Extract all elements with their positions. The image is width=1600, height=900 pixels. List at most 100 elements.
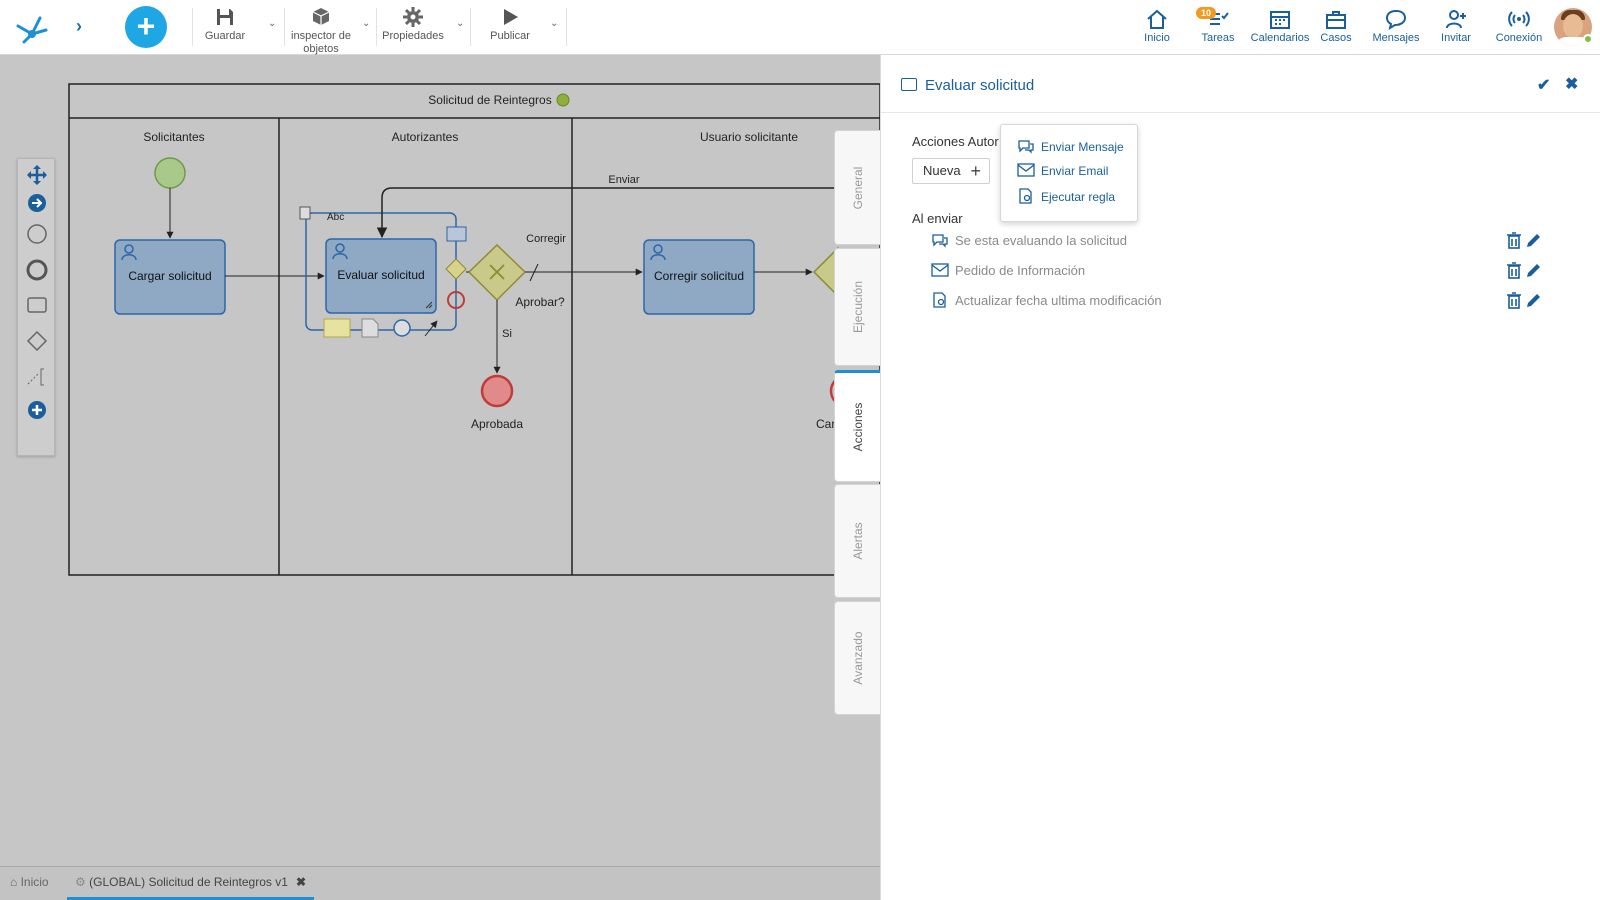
lane-title-autorizantes[interactable]: Autorizantes (392, 130, 459, 144)
flow-label-si[interactable]: Si (502, 328, 512, 340)
gear-icon (403, 7, 423, 27)
nav-invite[interactable]: Invitar (1426, 8, 1486, 44)
panel-title: Evaluar solicitud (925, 77, 1035, 94)
nav-calendars[interactable]: Calendarios (1247, 8, 1313, 44)
new-action-button[interactable]: Nueva + (912, 158, 990, 184)
connector-tool-icon[interactable] (26, 192, 48, 214)
lane-title-solicitantes[interactable]: Solicitantes (143, 130, 204, 144)
properties-dropdown-chevron-icon[interactable]: ⌄ (456, 18, 464, 29)
bottom-tab-home[interactable]: ⌂ Inicio (10, 867, 49, 900)
tab-general-label: General (850, 166, 865, 209)
expand-menu-chevron-icon[interactable]: › (76, 16, 82, 37)
action-text: Se esta evaluando la solicitud (955, 233, 1128, 248)
nav-connection[interactable]: Conexión (1487, 8, 1551, 44)
menu-item-label: Enviar Mensaje (1041, 140, 1124, 154)
action-row[interactable]: Actualizar fecha ultima modificación (931, 290, 1551, 312)
properties-button[interactable]: Propiedades (380, 6, 446, 43)
top-toolbar: › + Guardar ⌄ inspector de objetos ⌄ Pro… (0, 0, 1600, 55)
nav-tasks[interactable]: 10 Tareas (1188, 7, 1248, 44)
menu-item-label: Enviar Email (1041, 164, 1109, 178)
nav-cases[interactable]: Casos (1306, 8, 1366, 44)
app-logo-icon[interactable] (10, 8, 50, 48)
tab-avanzado-label: Avanzado (850, 631, 865, 685)
task-cargar-label: Cargar solicitud (128, 269, 211, 283)
end-event-aprobada[interactable] (480, 374, 514, 408)
save-icon (217, 9, 233, 25)
add-user-icon (1446, 10, 1466, 29)
bpmn-diagram[interactable]: Solicitud de Reintegros Solicitantes Aut… (0, 55, 880, 865)
action-row[interactable]: Pedido de Información (931, 260, 1551, 282)
mini-intermediate-event-shape[interactable] (393, 319, 411, 337)
tab-ejecucion[interactable]: Ejecución (834, 248, 880, 366)
lane-title-usuario[interactable]: Usuario solicitante (700, 130, 798, 144)
tab-alertas[interactable]: Alertas (834, 484, 880, 598)
mini-task-shape[interactable] (446, 226, 467, 242)
menu-item-enviar-email[interactable]: Enviar Email (1017, 161, 1137, 181)
end-event-label[interactable]: Aprobada (471, 417, 523, 431)
bottom-tab-home-label: Inicio (20, 875, 49, 889)
divider (284, 8, 285, 46)
bottom-tab-document[interactable]: ⚙ (GLOBAL) Solicitud de Reintegros v1 ✖ (67, 867, 314, 900)
new-button[interactable]: + (125, 6, 167, 48)
rule-icon (933, 292, 946, 308)
tasks-count-badge: 10 (1196, 7, 1217, 19)
gateway-tool-icon[interactable] (26, 330, 48, 352)
mini-data-object-shape[interactable] (323, 318, 351, 338)
online-status-indicator (1583, 34, 1593, 44)
properties-panel: Evaluar solicitud ✔ ✖ Acciones Autor Nue… (880, 55, 1600, 900)
object-inspector-button[interactable]: inspector de objetos (288, 6, 354, 56)
menu-item-label: Ejecutar regla (1041, 190, 1116, 204)
edit-pencil-icon[interactable] (1525, 291, 1541, 309)
tab-acciones[interactable]: Acciones (834, 370, 880, 482)
mini-gateway-shape[interactable] (445, 258, 467, 280)
mini-document-shape[interactable] (361, 318, 379, 338)
nav-home[interactable]: Inicio (1127, 8, 1187, 44)
divider (376, 8, 377, 46)
menu-item-enviar-mensaje[interactable]: Enviar Mensaje (1017, 137, 1137, 157)
tab-general[interactable]: General (834, 130, 880, 245)
trash-icon[interactable] (299, 206, 311, 220)
tab-avanzado[interactable]: Avanzado (834, 601, 880, 715)
save-button[interactable]: Guardar (200, 6, 250, 43)
task-tool-icon[interactable] (26, 294, 48, 316)
diagram-canvas[interactable]: Solicitud de Reintegros Solicitantes Aut… (0, 55, 880, 865)
delete-icon[interactable] (1506, 261, 1522, 279)
close-tab-icon[interactable]: ✖ (296, 867, 306, 897)
action-text: Actualizar fecha ultima modificación (955, 293, 1162, 308)
pool-title[interactable]: Solicitud de Reintegros (428, 93, 551, 107)
menu-item-ejecutar-regla[interactable]: Ejecutar regla (1017, 187, 1137, 207)
inspector-label-line1: inspector de (291, 30, 351, 42)
flow-label-corregir[interactable]: Corregir (526, 233, 566, 245)
text-tool-label[interactable]: Abc (327, 212, 344, 223)
gateway-label[interactable]: Aprobar? (515, 295, 565, 309)
start-event[interactable] (154, 157, 186, 189)
acciones-label: Acciones Autor (912, 134, 999, 149)
publish-dropdown-chevron-icon[interactable]: ⌄ (550, 18, 558, 29)
delete-icon[interactable] (1506, 291, 1522, 309)
delete-icon[interactable] (1506, 231, 1522, 249)
process-icon: ⚙ (75, 875, 86, 889)
lane-tool-icon[interactable] (26, 366, 48, 388)
move-icon[interactable] (26, 164, 48, 186)
start-event-tool-icon[interactable] (26, 223, 48, 245)
inspector-dropdown-chevron-icon[interactable]: ⌄ (362, 18, 370, 29)
edit-pencil-icon[interactable] (1525, 231, 1541, 249)
publish-button[interactable]: Publicar (480, 6, 540, 43)
confirm-check-icon[interactable]: ✔ (1537, 75, 1550, 95)
save-dropdown-chevron-icon[interactable]: ⌄ (268, 18, 276, 29)
task-evaluar-label: Evaluar solicitud (337, 268, 424, 282)
end-event-2-label[interactable]: Car (816, 417, 835, 431)
close-icon[interactable]: ✖ (1565, 74, 1578, 94)
message-icon (932, 234, 948, 248)
nav-tasks-label: Tareas (1201, 32, 1235, 44)
flow-label-enviar[interactable]: Enviar (608, 174, 640, 186)
mini-connector-shape[interactable] (424, 320, 438, 337)
nav-messages[interactable]: Mensajes (1366, 8, 1426, 44)
edit-pencil-icon[interactable] (1525, 261, 1541, 279)
tab-acciones-label: Acciones (850, 402, 865, 452)
plus-icon: + (970, 161, 981, 181)
end-event-tool-icon[interactable] (26, 259, 48, 281)
tab-alertas-label: Alertas (850, 522, 865, 560)
add-tool-icon[interactable] (26, 399, 48, 421)
action-row[interactable]: Se esta evaluando la solicitud (931, 230, 1551, 252)
